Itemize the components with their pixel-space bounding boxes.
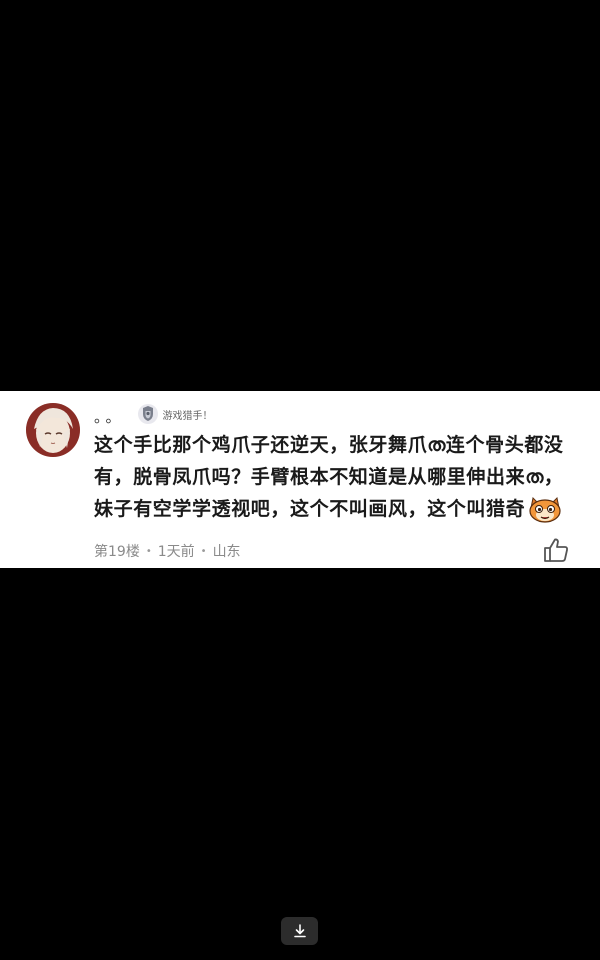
thumbs-up-icon [544,538,568,562]
comment-card: 。。 游戏猎手！ 这个手比那个鸡爪子还逆天，张牙舞爪ത连个骨头都没有，脱骨凤爪吗… [0,391,600,568]
location: 山东 [212,544,241,560]
meta-separator: • [145,545,152,557]
cat-face-emoji [529,496,561,523]
comment-meta: 第19楼 • 1天前 • 山东 [94,541,241,561]
user-badge[interactable]: 游戏猎手！ [137,403,213,425]
like-button[interactable] [542,537,570,563]
game-hunter-badge-icon [137,404,158,424]
floor-number: 第19楼 [94,544,140,560]
download-button[interactable] [281,917,318,945]
comment-body-text: 这个手比那个鸡爪子还逆天，张牙舞爪ത连个骨头都没有，脱骨凤爪吗？手臂根本不知道是… [94,434,564,520]
download-icon [293,924,306,938]
user-row: 。。 游戏猎手！ [94,401,213,427]
avatar[interactable] [26,403,80,457]
badge-label: 游戏猎手！ [162,410,213,422]
screen: 。。 游戏猎手！ 这个手比那个鸡爪子还逆天，张牙舞爪ത连个骨头都没有，脱骨凤爪吗… [0,0,600,960]
username[interactable]: 。。 [94,406,125,427]
post-time: 1天前 [157,544,195,560]
comment-text: 这个手比那个鸡爪子还逆天，张牙舞爪ത连个骨头都没有，脱骨凤爪吗？手臂根本不知道是… [94,429,574,525]
meta-separator: • [200,545,207,557]
